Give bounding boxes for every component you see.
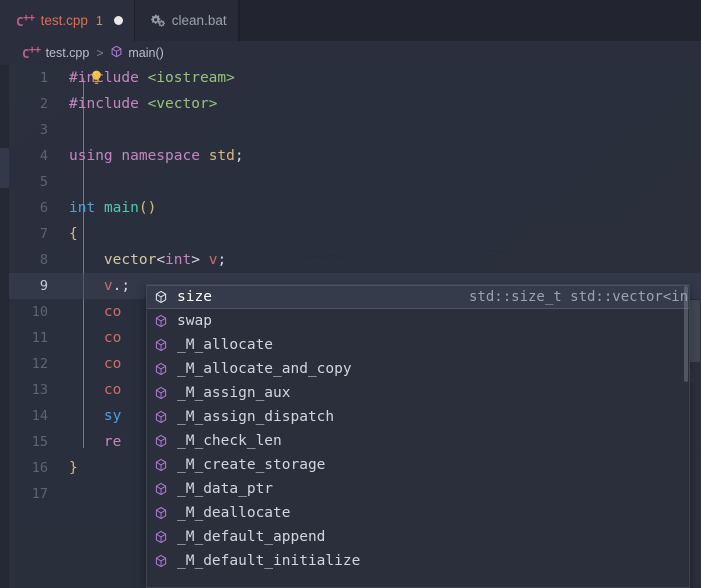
code-line-text: using namespace std; [69,148,244,164]
method-cube-icon [153,313,169,329]
line-number: 17 [31,486,48,502]
cpp-file-icon: C++ [16,11,35,29]
gears-icon [150,13,166,28]
method-cube-icon [153,337,169,353]
suggestion-item[interactable]: _M_create_storage [147,453,689,477]
suggestion-label: _M_default_initialize [177,553,361,569]
left-edge-strip [0,0,9,588]
code-line[interactable]: 4 using namespace std; [0,143,701,169]
code-line-text: vector<int> v; [103,252,227,268]
method-cube-icon [153,481,169,497]
method-cube-icon [153,361,169,377]
line-number: 2 [39,96,48,112]
line-number: 11 [31,330,48,346]
tab-test-cpp[interactable]: C++ test.cpp 1 [0,0,134,41]
suggestion-label: _M_check_len [177,433,282,449]
unsaved-indicator-dot[interactable] [113,16,123,25]
suggestion-label: _M_assign_dispatch [177,409,335,425]
method-cube-icon [153,433,169,449]
tab-problem-count: 1 [95,13,103,28]
suggestion-item[interactable]: _M_assign_aux [147,381,689,405]
autocomplete-popup[interactable]: size std::size_t std::vector<int>::size(…… [146,284,690,588]
breadcrumb[interactable]: C++ test.cpp > main() [0,41,701,65]
chevron-right-icon: > [96,46,104,60]
method-cube-icon [153,529,169,545]
method-cube-icon [153,385,169,401]
suggestion-label: swap [177,313,212,329]
lightbulb-icon[interactable] [88,69,105,87]
tab-clean-bat[interactable]: clean.bat [133,0,239,41]
suggestion-label: _M_deallocate [177,505,291,521]
code-line[interactable]: 2 #include <vector> [0,91,701,117]
left-edge-marker [0,148,9,188]
suggestion-detail: std::size_t std::vector<int>::size(… [469,289,689,305]
line-number: 8 [39,252,48,268]
code-line-text: co [103,330,122,346]
line-number: 3 [39,122,48,138]
method-cube-icon [153,409,169,425]
tab-label: clean.bat [171,13,227,28]
code-line-text: int main() [69,200,157,216]
suggestion-item[interactable]: _M_default_initialize [147,549,689,573]
suggestion-item[interactable]: _M_assign_dispatch [147,405,689,429]
code-line-text: } [69,460,78,476]
line-number: 4 [39,148,48,164]
line-number: 10 [31,304,48,320]
method-cube-icon [153,457,169,473]
breadcrumb-file[interactable]: test.cpp [46,46,90,60]
method-cube-icon [153,553,169,569]
code-line-text: v.; [103,278,131,294]
line-number: 16 [31,460,48,476]
suggestion-label: _M_default_append [177,529,326,545]
suggestion-label: _M_create_storage [177,457,326,473]
suggestion-label: _M_allocate_and_copy [177,361,352,377]
scrollbar-thumb[interactable] [690,300,700,362]
line-number: 13 [31,382,48,398]
line-number: 12 [31,356,48,372]
suggestion-item[interactable]: _M_check_len [147,429,689,453]
line-number: 7 [39,226,48,242]
line-number: 15 [31,434,48,450]
method-cube-icon [153,505,169,521]
code-line-text: co [103,382,122,398]
suggestion-item[interactable]: swap [147,309,689,333]
line-number: 5 [39,174,48,190]
suggestion-item[interactable]: _M_deallocate [147,501,689,525]
suggestion-item[interactable]: _M_default_append [147,525,689,549]
suggestion-label: _M_allocate [177,337,274,353]
code-line[interactable]: 8 vector<int> v; [0,247,701,273]
cpp-file-icon: C++ [22,44,41,62]
code-line[interactable]: 5 [0,169,701,195]
line-number: 9 [39,278,48,294]
line-number: 6 [39,200,48,216]
code-line-text: #include <vector> [69,96,218,112]
code-line-text: { [69,226,78,242]
line-number: 1 [39,70,48,86]
suggestion-item[interactable]: _M_allocate_and_copy [147,357,689,381]
breadcrumb-symbol[interactable]: main() [128,46,163,60]
suggestion-label: _M_assign_aux [177,385,291,401]
line-number: 14 [31,408,48,424]
code-line[interactable]: 7{ [0,221,701,247]
code-line-text: re [103,434,122,450]
suggestion-label: _M_data_ptr [177,481,274,497]
suggestion-label: size [177,289,212,305]
code-editor-window: 1 #include <iostream> 2 #include <vector> 3 4… [0,0,701,588]
suggestion-item[interactable]: _M_allocate [147,333,689,357]
suggestion-item[interactable]: _M_data_ptr [147,477,689,501]
suggestion-item[interactable]: size std::size_t std::vector<int>::size(… [147,285,689,309]
code-line-text: sy [103,408,122,424]
code-line[interactable]: 3 [0,117,701,143]
editor-vertical-scrollbar[interactable] [689,65,701,588]
editor-tab-bar[interactable]: C++ test.cpp 1 clean.bat [0,0,701,42]
code-line[interactable]: 6 int main() [0,195,701,221]
suggestion-scrollbar-thumb[interactable] [684,286,688,382]
code-line[interactable]: 1 #include <iostream> [0,65,701,91]
tab-bar-empty-area [238,0,701,41]
method-cube-icon [153,289,169,305]
code-line-text: co [103,356,122,372]
method-cube-icon [110,45,123,61]
code-line-text: co [103,304,122,320]
tab-label: test.cpp [40,13,88,28]
